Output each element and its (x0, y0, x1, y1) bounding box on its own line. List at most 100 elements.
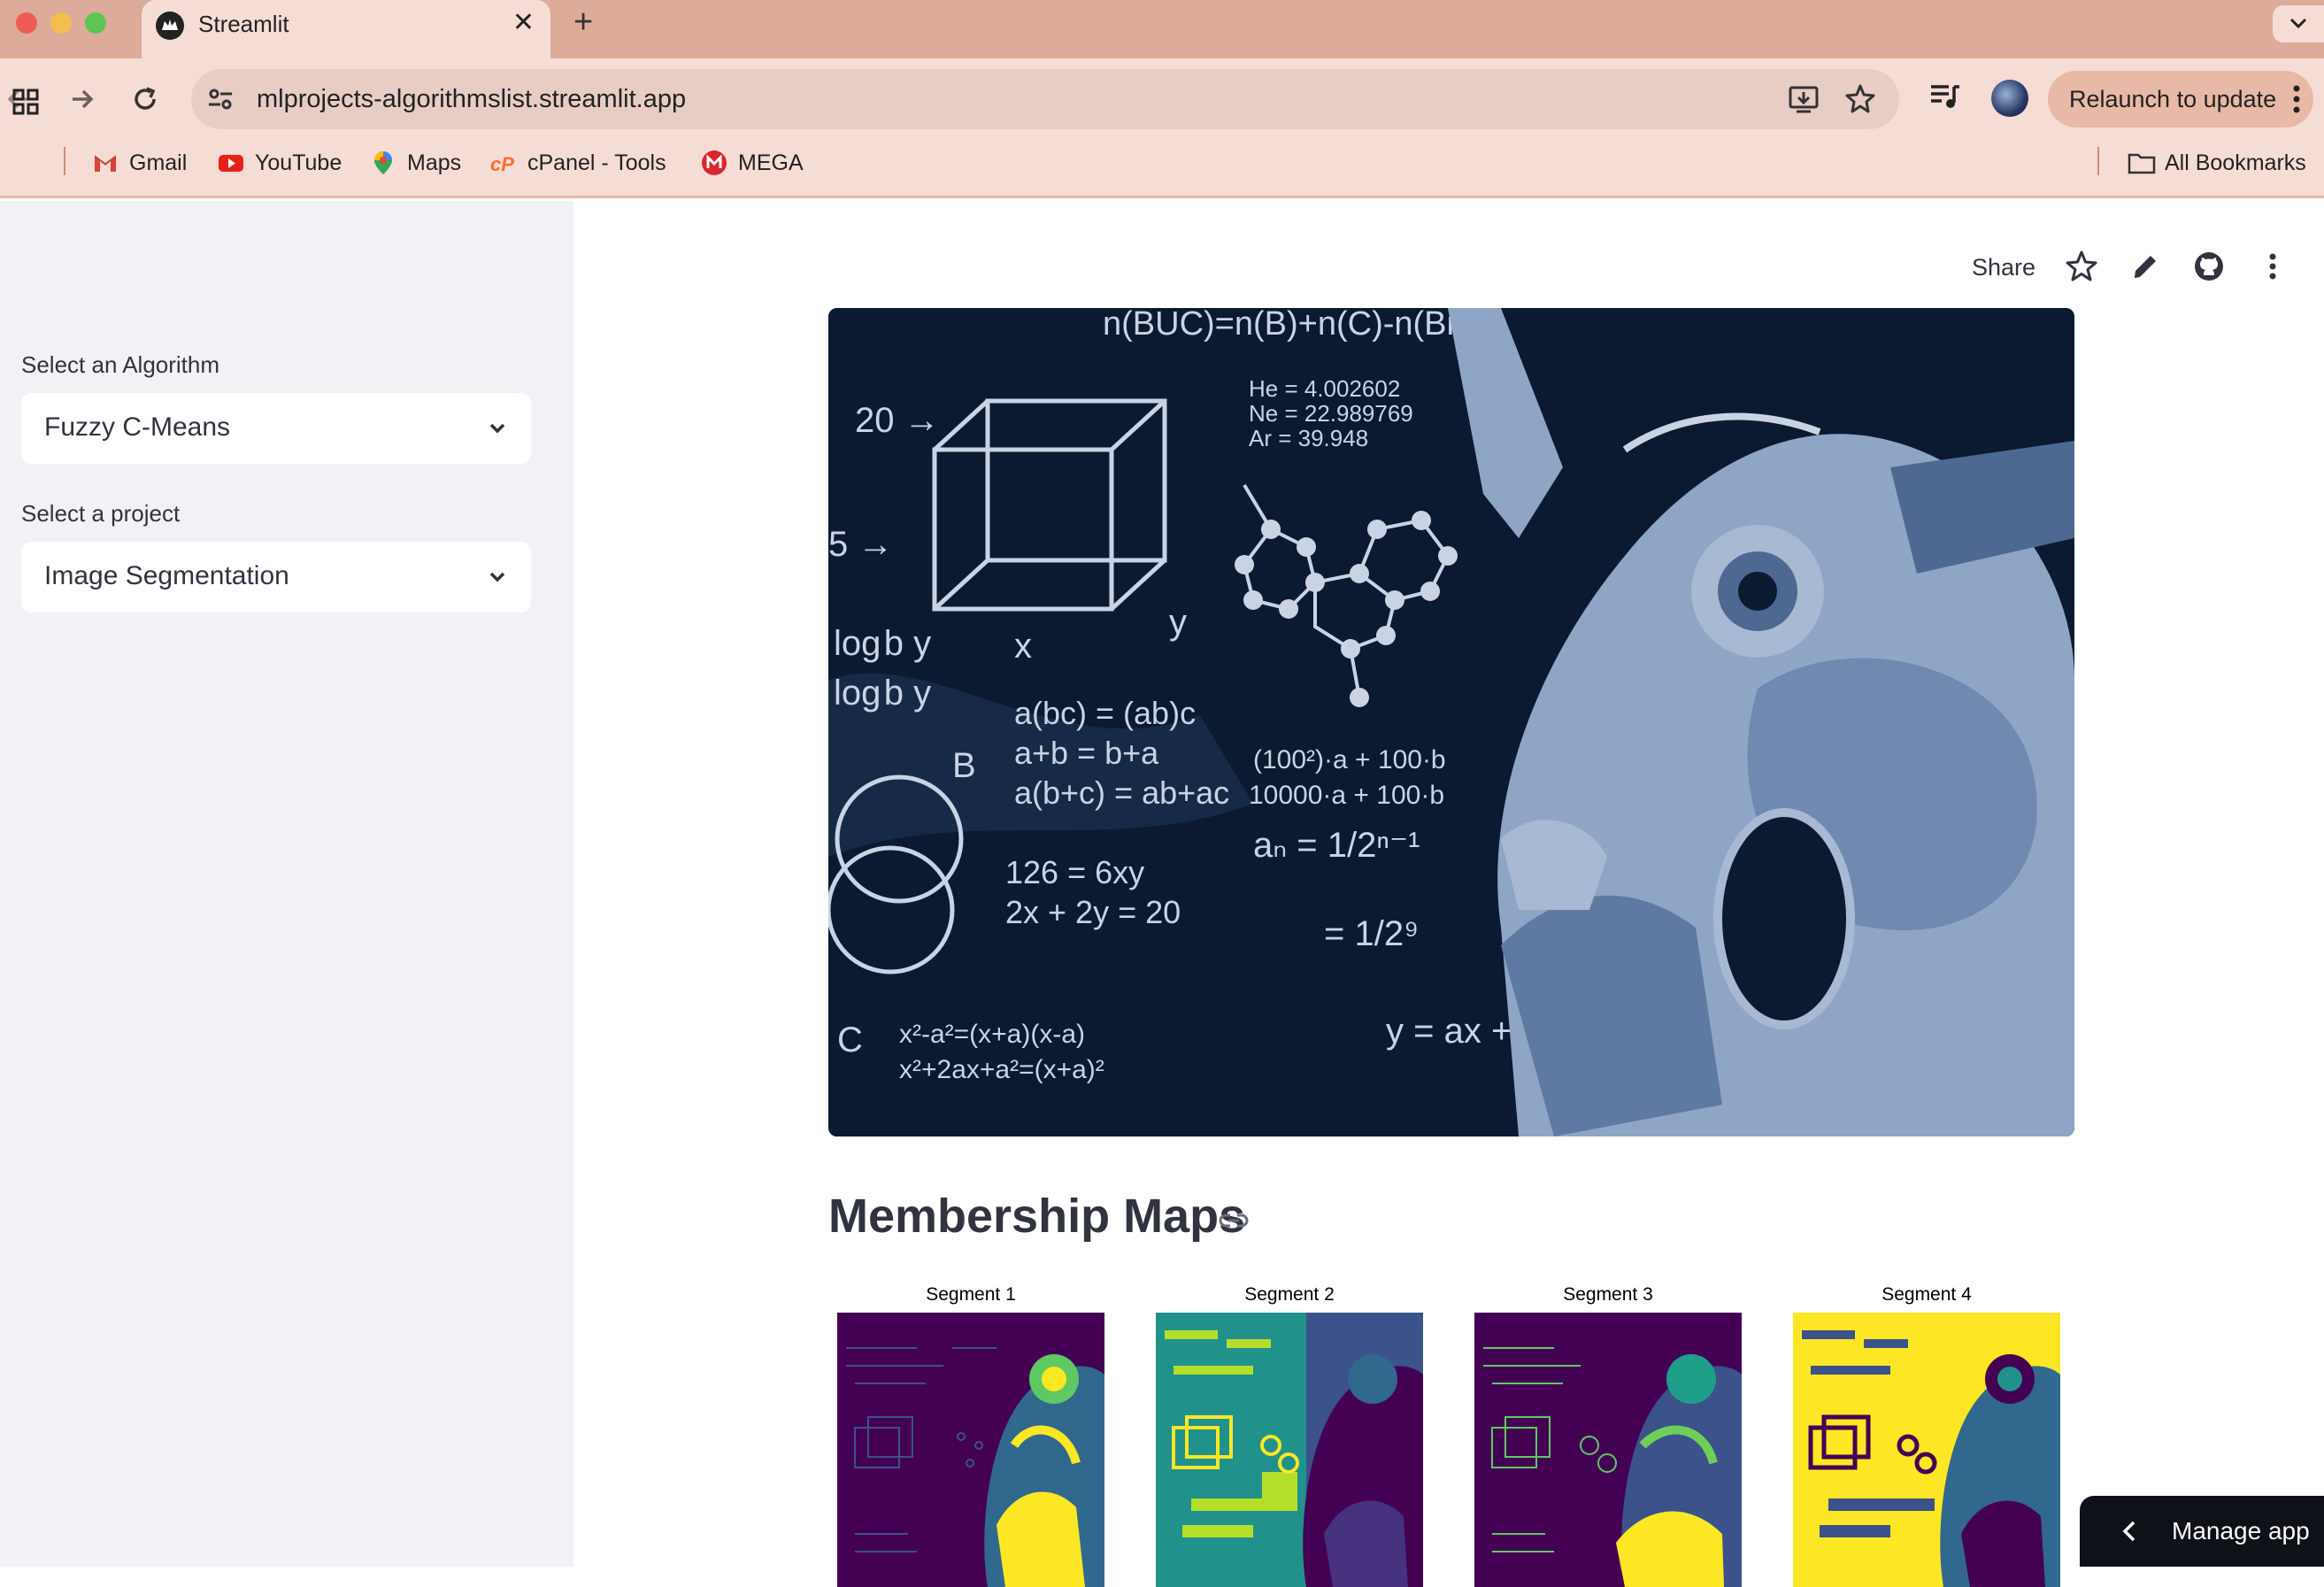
svg-text:2x + 2y = 20: 2x + 2y = 20 (1005, 894, 1181, 930)
close-window-button[interactable] (16, 12, 37, 34)
svg-text:10000·a + 100·b: 10000·a + 100·b (1249, 781, 1444, 810)
segment-map: Segment 1 (837, 1284, 1104, 1587)
svg-text:x²+2ax+a²=(x+a)²: x²+2ax+a²=(x+a)² (899, 1055, 1104, 1084)
youtube-icon (218, 150, 244, 176)
apps-grid-icon[interactable] (12, 89, 39, 115)
membership-map-image (1156, 1313, 1423, 1587)
bookmarks-separator (2097, 147, 2099, 175)
star-icon[interactable] (2064, 249, 2099, 284)
bookmark-label: Maps (407, 150, 462, 175)
forward-arrow-icon[interactable] (64, 81, 99, 117)
chevron-left-icon (2122, 1521, 2135, 1542)
bookmark-gmail[interactable]: Gmail (92, 145, 187, 181)
svg-text:y = ax +: y = ax + (1386, 1012, 1512, 1051)
svg-text:20 →: 20 → (855, 401, 940, 440)
main-menu-icon[interactable] (2255, 249, 2290, 284)
membership-map-image (1474, 1313, 1742, 1587)
new-tab-icon[interactable]: + (573, 4, 593, 42)
chevron-down-icon (489, 423, 505, 434)
link-anchor-icon[interactable] (1218, 1212, 1250, 1229)
bookmark-label: cPanel - Tools (527, 150, 666, 175)
algorithm-select-value: Fuzzy C-Means (44, 412, 231, 442)
svg-text:log b y: log b y (834, 674, 931, 713)
svg-text:B: B (952, 746, 976, 785)
segment-map: Segment 3 (1474, 1284, 1742, 1587)
address-bar[interactable]: mlprojects-algorithmslist.streamlit.app (191, 69, 1899, 129)
profile-avatar[interactable] (1991, 80, 2028, 117)
bookmark-label: Gmail (129, 150, 188, 175)
install-app-icon[interactable] (1788, 85, 1820, 115)
section-title: Membership Maps (828, 1190, 1246, 1243)
maps-pin-icon (370, 150, 396, 176)
media-controls-icon[interactable] (1929, 83, 1961, 112)
svg-text:a+b = b+a: a+b = b+a (1014, 735, 1159, 771)
browser-tab[interactable]: Streamlit ✕ (142, 0, 550, 58)
bookmarks-separator (64, 147, 65, 175)
tab-close-icon[interactable]: ✕ (512, 7, 535, 38)
project-select-label: Select a project (21, 500, 181, 527)
svg-text:aₙ = 1/2ⁿ⁻¹: aₙ = 1/2ⁿ⁻¹ (1253, 826, 1420, 865)
svg-text:a(bc) = (ab)c: a(bc) = (ab)c (1014, 695, 1196, 731)
share-button[interactable]: Share (1972, 254, 2035, 281)
all-bookmarks-button[interactable]: All Bookmarks (2128, 145, 2306, 181)
algorithm-select[interactable]: Fuzzy C-Means (21, 393, 531, 464)
browser-tab-bar: Streamlit ✕ + (0, 0, 2324, 58)
segment-title: Segment 3 (1563, 1284, 1653, 1305)
segment-map: Segment 2 (1156, 1284, 1423, 1587)
tab-title: Streamlit (198, 11, 289, 37)
reload-icon[interactable] (127, 81, 163, 117)
manage-app-button[interactable]: Manage app (2080, 1496, 2324, 1567)
bookmark-youtube[interactable]: YouTube (218, 145, 342, 181)
svg-text:Ne = 22.989769: Ne = 22.989769 (1249, 400, 1413, 427)
manage-app-label: Manage app (2172, 1517, 2310, 1545)
url-text: mlprojects-algorithmslist.streamlit.app (257, 85, 687, 113)
streamlit-favicon-icon (156, 12, 184, 40)
all-bookmarks-label: All Bookmarks (2165, 150, 2306, 175)
relaunch-label: Relaunch to update (2069, 86, 2277, 112)
bookmark-mega[interactable]: MEGA (701, 145, 804, 181)
relaunch-to-update-button[interactable]: Relaunch to update (2048, 71, 2313, 127)
svg-text:log b y: log b y (834, 624, 931, 663)
svg-text:n(BUC)=n(B)+n(C)-n(BnC): n(BUC)=n(B)+n(C)-n(BnC) (1103, 308, 1501, 343)
svg-text:x²-a²=(x+a)(x-a): x²-a²=(x+a)(x-a) (899, 1020, 1085, 1049)
tab-search-button[interactable] (2273, 5, 2324, 42)
bookmark-maps[interactable]: Maps (370, 145, 461, 181)
segment-title: Segment 1 (926, 1284, 1016, 1305)
svg-text:126 = 6xy: 126 = 6xy (1005, 854, 1144, 890)
maximize-window-button[interactable] (85, 12, 106, 34)
robot-math-illustration: n(BUC)=n(B)+n(C)-n(BnC) 20 → 5 → log b y… (828, 308, 2074, 1136)
bookmark-cpanel[interactable]: cP cPanel - Tools (490, 145, 666, 181)
svg-text:x: x (1014, 627, 1032, 666)
browser-toolbar: mlprojects-algorithmslist.streamlit.app … (0, 58, 2324, 198)
membership-map-image (837, 1313, 1104, 1587)
svg-text:5 →: 5 → (828, 525, 893, 564)
segment-map: Segment 4 (1793, 1284, 2060, 1587)
svg-text:= 1/2⁹: = 1/2⁹ (1324, 914, 1419, 953)
more-vertical-icon (2293, 85, 2300, 113)
svg-text:cP: cP (490, 153, 514, 175)
svg-text:a(b+c) = ab+ac: a(b+c) = ab+ac (1014, 774, 1229, 811)
svg-text:y: y (1169, 603, 1187, 642)
bookmark-label: YouTube (255, 150, 342, 175)
svg-text:He = 4.002602: He = 4.002602 (1249, 375, 1400, 402)
chevron-down-icon (2289, 18, 2307, 29)
project-select-value: Image Segmentation (44, 561, 289, 590)
segmented-image: n(BUC)=n(B)+n(C)-n(BnC) 20 → 5 → log b y… (828, 308, 2074, 1136)
svg-text:C: C (837, 1021, 863, 1059)
project-select[interactable]: Image Segmentation (21, 542, 531, 612)
edit-pencil-icon[interactable] (2128, 249, 2163, 284)
bookmark-star-icon[interactable] (1844, 83, 1876, 115)
segment-title: Segment 2 (1244, 1284, 1335, 1305)
cpanel-icon: cP (490, 150, 517, 176)
svg-text:(100²)·a + 100·b: (100²)·a + 100·b (1253, 745, 1446, 774)
site-settings-icon[interactable] (205, 84, 235, 114)
sidebar: Select an Algorithm Fuzzy C-Means Select… (0, 201, 573, 1567)
main-content: Share n(BUC)=n(B)+n(C)-n(BnC) 20 → 5 → l… (573, 201, 2324, 1587)
github-icon[interactable] (2191, 249, 2227, 284)
mega-icon (701, 150, 727, 176)
minimize-window-button[interactable] (50, 12, 72, 34)
folder-icon (2128, 150, 2156, 176)
membership-map-image (1793, 1313, 2060, 1587)
algorithm-select-label: Select an Algorithm (21, 351, 220, 378)
chevron-down-icon (489, 572, 505, 582)
